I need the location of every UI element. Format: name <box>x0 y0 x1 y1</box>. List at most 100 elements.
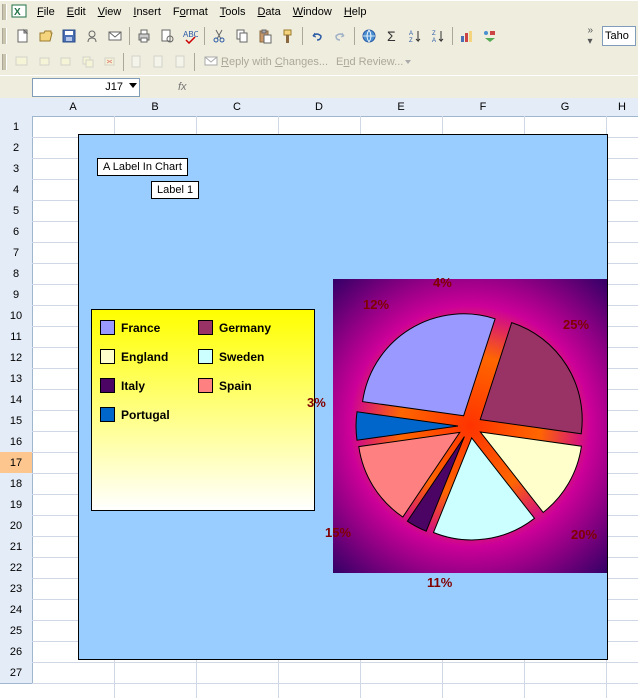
menu-grip[interactable] <box>2 4 7 20</box>
pct-label-3: 3% <box>307 395 326 410</box>
redo-button[interactable] <box>329 25 351 47</box>
select-all-corner[interactable] <box>0 98 33 117</box>
menu-help[interactable]: Help <box>338 4 373 20</box>
accept-change-button <box>148 51 170 73</box>
fx-label[interactable]: fx <box>178 81 187 93</box>
delete-comment-button <box>99 51 121 73</box>
pct-label-12: 12% <box>363 297 389 312</box>
menu-file[interactable]: FFileile <box>31 4 61 20</box>
col-head-a[interactable]: A <box>32 98 115 117</box>
chart-label-1[interactable]: A Label In Chart <box>97 158 188 176</box>
reviewing-toolbar: Reply with Changes... End Review... <box>0 49 638 75</box>
menu-format[interactable]: Format <box>167 4 214 20</box>
print-preview-button[interactable] <box>156 25 178 47</box>
row-head[interactable]: 8 <box>0 263 33 285</box>
hyperlink-button[interactable] <box>358 25 380 47</box>
legend-item-italy: Italy <box>100 378 198 393</box>
row-head[interactable]: 7 <box>0 242 33 264</box>
paste-button[interactable] <box>254 25 276 47</box>
pct-label-25: 25% <box>563 317 589 332</box>
reject-change-button <box>170 51 192 73</box>
row-head[interactable]: 24 <box>0 599 33 621</box>
col-head-d[interactable]: D <box>278 98 361 117</box>
undo-button[interactable] <box>306 25 328 47</box>
row-head[interactable]: 21 <box>0 536 33 558</box>
row-head[interactable]: 13 <box>0 368 33 390</box>
row-head[interactable]: 23 <box>0 578 33 600</box>
open-button[interactable] <box>35 25 57 47</box>
reply-with-changes: Reply with Changes... <box>221 56 328 68</box>
worksheet-grid[interactable]: A B C D E F G H // inline generation don… <box>0 98 638 698</box>
row-head[interactable]: 5 <box>0 200 33 222</box>
legend-item-england: England <box>100 349 198 364</box>
col-head-h[interactable]: H <box>606 98 638 117</box>
sort-asc-button[interactable]: AZ <box>404 25 426 47</box>
chevron-down-icon[interactable] <box>129 83 137 88</box>
chart-label-2[interactable]: Label 1 <box>151 181 199 199</box>
row-head[interactable]: 18 <box>0 473 33 495</box>
toolbar-grip-2[interactable] <box>2 54 7 70</box>
row-head[interactable]: 25 <box>0 620 33 642</box>
menu-data[interactable]: Data <box>251 4 286 20</box>
row-head[interactable]: 2 <box>0 137 33 159</box>
new-comment-button <box>11 51 33 73</box>
col-head-f[interactable]: F <box>442 98 525 117</box>
row-head[interactable]: 26 <box>0 641 33 663</box>
menu-insert[interactable]: Insert <box>127 4 167 20</box>
svg-text:Z: Z <box>432 31 436 37</box>
row-head[interactable]: 6 <box>0 221 33 243</box>
standard-toolbar: ABC Σ AZ ZA »▾ <box>0 23 638 49</box>
row-head[interactable]: 16 <box>0 431 33 453</box>
svg-text:X: X <box>14 7 21 18</box>
copy-button[interactable] <box>231 25 253 47</box>
cut-button[interactable] <box>208 25 230 47</box>
name-box-value: J17 <box>105 81 123 93</box>
row-head[interactable]: 19 <box>0 494 33 516</box>
show-comment-button <box>77 51 99 73</box>
row-head[interactable]: 20 <box>0 515 33 537</box>
spelling-button[interactable]: ABC <box>179 25 201 47</box>
font-name-input[interactable] <box>602 26 636 46</box>
menu-view[interactable]: View <box>92 4 128 20</box>
legend-item-spain: Spain <box>198 378 296 393</box>
row-head[interactable]: 15 <box>0 410 33 432</box>
permission-button[interactable] <box>81 25 103 47</box>
row-head[interactable]: 14 <box>0 389 33 411</box>
row-head[interactable]: 10 <box>0 305 33 327</box>
email-button[interactable] <box>104 25 126 47</box>
menu-window[interactable]: Window <box>287 4 338 20</box>
row-head[interactable]: 4 <box>0 179 33 201</box>
prev-comment-button <box>33 51 55 73</box>
menu-tools[interactable]: Tools <box>214 4 252 20</box>
col-head-b[interactable]: B <box>114 98 197 117</box>
embedded-chart[interactable]: A Label In Chart Label 1 France Germany … <box>78 134 608 660</box>
print-button[interactable] <box>133 25 155 47</box>
legend-item-portugal: Portugal <box>100 407 198 422</box>
track-changes-button <box>126 51 148 73</box>
row-head[interactable]: 3 <box>0 158 33 180</box>
row-head[interactable]: 22 <box>0 557 33 579</box>
menu-edit[interactable]: Edit <box>61 4 92 20</box>
row-head[interactable]: 1 <box>0 116 33 138</box>
drawing-button[interactable] <box>479 25 501 47</box>
toolbar-grip[interactable] <box>2 28 7 44</box>
chart-wizard-button[interactable] <box>456 25 478 47</box>
col-head-c[interactable]: C <box>196 98 279 117</box>
save-button[interactable] <box>58 25 80 47</box>
row-head[interactable]: 17 <box>0 452 33 474</box>
col-head-e[interactable]: E <box>360 98 443 117</box>
name-box[interactable]: J17 <box>32 78 140 97</box>
row-head[interactable]: 27 <box>0 662 33 684</box>
sort-desc-button[interactable]: ZA <box>427 25 449 47</box>
format-painter-button[interactable] <box>277 25 299 47</box>
row-head[interactable]: 11 <box>0 326 33 348</box>
col-head-g[interactable]: G <box>524 98 607 117</box>
toolbar-overflow[interactable]: »▾ <box>583 25 597 47</box>
autosum-button[interactable]: Σ <box>381 25 403 47</box>
row-head[interactable]: 9 <box>0 284 33 306</box>
legend-item-germany: Germany <box>198 320 296 335</box>
next-comment-button <box>55 51 77 73</box>
new-button[interactable] <box>12 25 34 47</box>
chart-legend[interactable]: France Germany England Sweden Italy Spai… <box>91 309 315 511</box>
row-head[interactable]: 12 <box>0 347 33 369</box>
